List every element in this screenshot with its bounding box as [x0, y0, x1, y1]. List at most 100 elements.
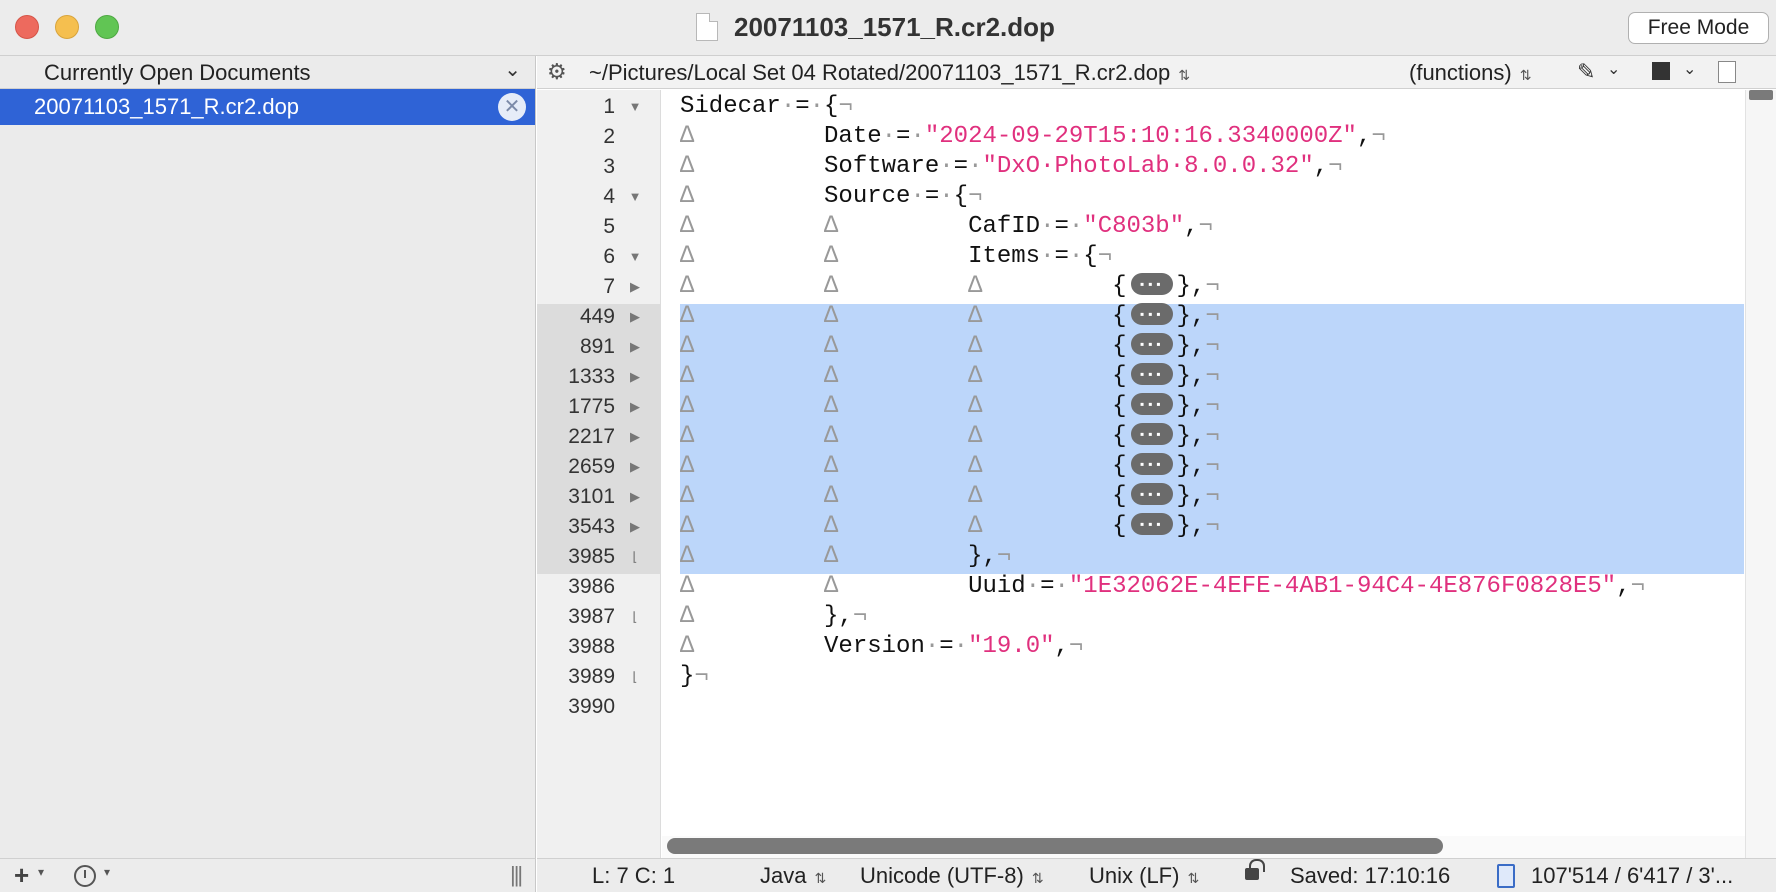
fold-end-icon: ⌊: [632, 549, 638, 564]
updown-arrows-icon: ⇅: [1519, 67, 1532, 83]
line-number: 4: [603, 185, 615, 208]
line-number-gutter[interactable]: 1 2 3 4 5 6 7 449 891 1333 1775 2217 265…: [537, 90, 661, 858]
fold-open-icon[interactable]: ▼: [626, 180, 644, 214]
horizontal-scrollbar[interactable]: [662, 836, 1745, 858]
folded-block-icon[interactable]: [1130, 418, 1173, 452]
add-icon[interactable]: +: [14, 860, 29, 891]
editor-navigation-bar: ⚙ ~/Pictures/Local Set 04 Rotated/200711…: [537, 56, 1776, 89]
documents-sidebar: Currently Open Documents ⌄ 20071103_1571…: [0, 56, 536, 858]
fold-end-icon: ⌊: [632, 669, 638, 684]
line-number: 3988: [568, 635, 615, 658]
code-line: }¬: [680, 663, 709, 690]
fold-open-icon[interactable]: ▼: [626, 240, 644, 274]
folded-block-icon[interactable]: [1130, 388, 1173, 422]
document-icon: [696, 13, 718, 41]
functions-label: (functions): [1409, 60, 1512, 85]
lock-icon[interactable]: [1245, 859, 1265, 880]
resize-grip-icon[interactable]: |||: [510, 862, 523, 888]
fold-closed-icon[interactable]: ▶: [626, 270, 644, 304]
folded-block-icon[interactable]: [1130, 268, 1173, 302]
line-number: 3990: [568, 695, 615, 718]
line-number: 2659: [568, 455, 615, 478]
code-line: Sidecar·=·{¬: [680, 93, 853, 120]
line-number: 1775: [568, 395, 615, 418]
language-popup[interactable]: Java ⇅: [760, 863, 826, 889]
fold-closed-icon[interactable]: ▶: [626, 510, 644, 544]
line-number: 6: [603, 245, 615, 268]
code-line: ∆ Version·=·"19.0",¬: [680, 633, 1084, 660]
line-number: 3101: [568, 485, 615, 508]
open-documents-label: Currently Open Documents: [44, 60, 311, 85]
line-number: 2: [603, 125, 615, 148]
vertical-scrollbar[interactable]: [1745, 90, 1776, 858]
saved-status: Saved: 17:10:16: [1290, 863, 1451, 888]
folded-block-icon[interactable]: [1130, 328, 1173, 362]
chevron-down-icon[interactable]: ▾: [38, 865, 44, 879]
line-number: 3: [603, 155, 615, 178]
updown-arrows-icon: ⇅: [814, 870, 827, 886]
document-stats-icon: [1497, 864, 1515, 888]
encoding-label: Unicode (UTF-8): [860, 863, 1024, 888]
functions-popup[interactable]: (functions) ⇅: [1409, 60, 1531, 86]
fold-end-icon: ⌊: [632, 609, 638, 624]
fold-closed-icon[interactable]: ▶: [626, 330, 644, 364]
gear-icon[interactable]: ⚙: [547, 59, 567, 85]
chevron-down-icon[interactable]: ⌄: [1683, 59, 1696, 79]
close-window-button[interactable]: [15, 15, 39, 39]
folded-block-icon[interactable]: [1130, 358, 1173, 392]
close-document-icon[interactable]: ✕: [498, 93, 526, 121]
counterpart-icon[interactable]: [1652, 62, 1670, 80]
cursor-position: L: 7 C: 1: [592, 863, 676, 888]
line-endings-popup[interactable]: Unix (LF) ⇅: [1089, 863, 1199, 889]
open-documents-dropdown[interactable]: Currently Open Documents ⌄: [0, 56, 535, 89]
folded-block-icon[interactable]: [1130, 448, 1173, 482]
status-bar: L: 7 C: 1 Java ⇅ Unicode (UTF-8) ⇅ Unix (L…: [537, 858, 1776, 892]
line-number: 3989: [568, 665, 615, 688]
fold-closed-icon[interactable]: ▶: [626, 450, 644, 484]
folded-block-icon[interactable]: [1130, 508, 1173, 542]
folded-code-line: ∆ ∆ ∆ {},¬: [680, 508, 1220, 544]
zoom-window-button[interactable]: [95, 15, 119, 39]
line-number: 7: [603, 275, 615, 298]
code-line: ∆ Software·=·"DxO·PhotoLab·8.0.0.32",¬: [680, 153, 1343, 180]
free-mode-button[interactable]: Free Mode: [1628, 12, 1769, 44]
line-number: 3985: [568, 545, 615, 568]
code-editor[interactable]: Sidecar·=·{¬ ∆ Date·=·"2024-09-29T15:10:…: [662, 90, 1744, 840]
document-stats: 107'514 / 6'417 / 3'...: [1531, 863, 1734, 888]
vertical-scroll-thumb[interactable]: [1749, 90, 1773, 100]
code-line: ∆ Date·=·"2024-09-29T15:10:16.3340000Z",…: [680, 123, 1386, 150]
encoding-popup[interactable]: Unicode (UTF-8) ⇅: [860, 863, 1044, 889]
line-number: 3543: [568, 515, 615, 538]
fold-closed-icon[interactable]: ▶: [626, 420, 644, 454]
folded-block-icon[interactable]: [1130, 298, 1173, 332]
chevron-down-icon[interactable]: ⌄: [1607, 59, 1620, 79]
line-number: 5: [603, 215, 615, 238]
horizontal-scroll-thumb[interactable]: [667, 838, 1443, 854]
fold-open-icon[interactable]: ▼: [626, 90, 644, 124]
code-line: ∆ },¬: [680, 603, 868, 630]
folded-block-icon[interactable]: [1130, 478, 1173, 512]
line-number: 449: [579, 305, 615, 328]
minimize-window-button[interactable]: [55, 15, 79, 39]
fold-closed-icon[interactable]: ▶: [626, 480, 644, 514]
chevron-down-icon[interactable]: ▾: [104, 865, 110, 879]
file-path-popup[interactable]: ~/Pictures/Local Set 04 Rotated/20071103…: [589, 60, 1190, 86]
code-line: ∆ ∆ CafID·=·"C803b",¬: [680, 213, 1213, 240]
line-number: 891: [579, 335, 615, 358]
code-line: ∆ Source·=·{¬: [680, 183, 983, 210]
window-title: 20071103_1571_R.cr2.dop: [734, 12, 1055, 42]
code-line: ∆ ∆ Uuid·=·"1E32062E-4EFE-4AB1-94C4-4E87…: [680, 573, 1645, 600]
line-number: 3986: [568, 575, 615, 598]
line-number: 3987: [568, 605, 615, 628]
fold-closed-icon[interactable]: ▶: [626, 360, 644, 394]
line-number: 1: [603, 95, 615, 118]
fold-closed-icon[interactable]: ▶: [626, 300, 644, 334]
fold-closed-icon[interactable]: ▶: [626, 390, 644, 424]
marker-icon[interactable]: ✎: [1577, 59, 1595, 85]
open-document-name: 20071103_1571_R.cr2.dop: [34, 94, 300, 119]
clock-icon[interactable]: [74, 865, 96, 887]
open-document-item[interactable]: 20071103_1571_R.cr2.dop ✕: [0, 89, 535, 125]
chevron-down-icon: ⌄: [504, 59, 521, 81]
file-info-icon[interactable]: [1718, 61, 1736, 83]
sidebar-footer: + ▾ ▾ |||: [0, 858, 536, 892]
